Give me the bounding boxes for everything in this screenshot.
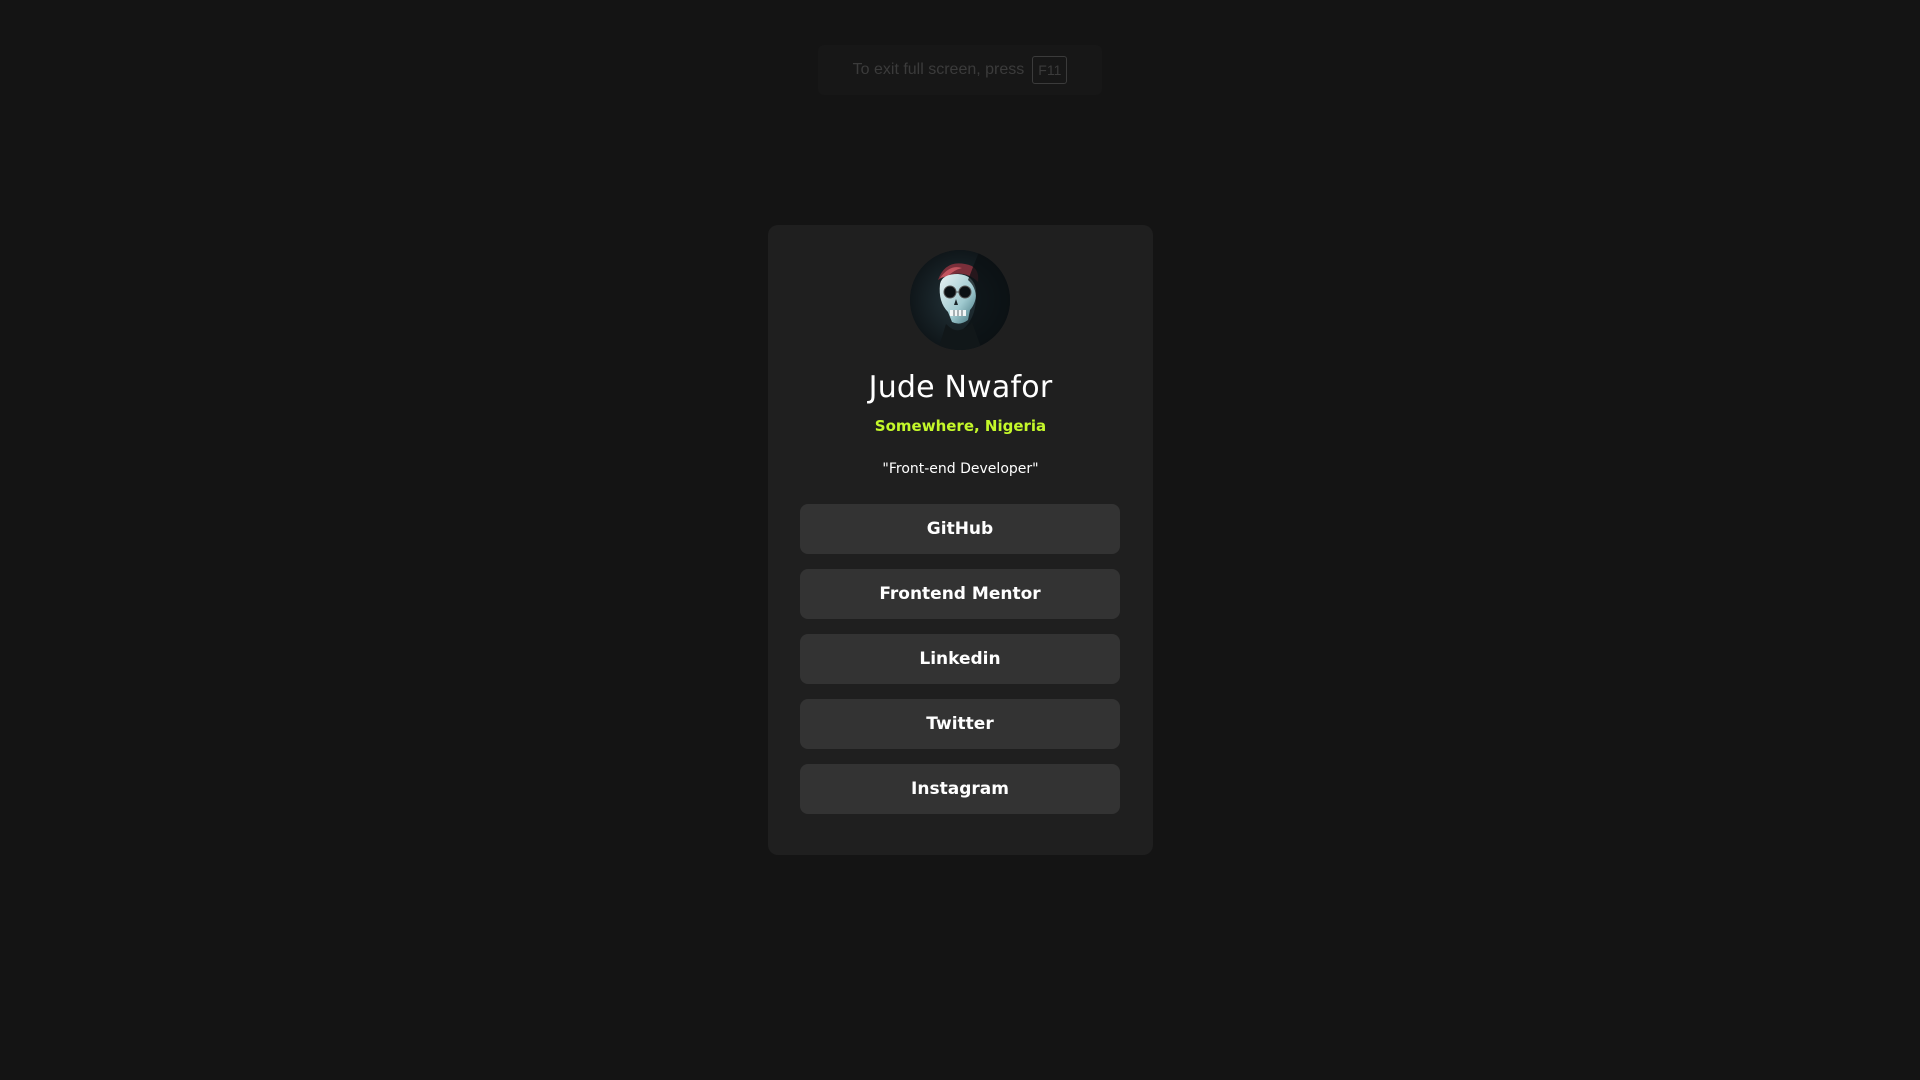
- profile-location: Somewhere, Nigeria: [874, 417, 1047, 435]
- instagram-link-button[interactable]: Instagram: [800, 764, 1120, 814]
- twitter-link-button[interactable]: Twitter: [800, 699, 1120, 749]
- frontend-mentor-link-button[interactable]: Frontend Mentor: [800, 569, 1120, 619]
- social-links-list: GitHub Frontend Mentor Linkedin Twitter …: [800, 504, 1120, 814]
- profile-name: Jude Nwafor: [868, 370, 1053, 405]
- fullscreen-hint-key: F11: [1032, 56, 1068, 84]
- skull-portrait-avatar-icon: [910, 250, 1010, 350]
- linkedin-link-button[interactable]: Linkedin: [800, 634, 1120, 684]
- page: To exit full screen, press F11 Jude Nwaf…: [0, 0, 1920, 1080]
- fullscreen-exit-hint: To exit full screen, press F11: [818, 45, 1102, 95]
- profile-card: Jude Nwafor Somewhere, Nigeria "Front-en…: [768, 225, 1153, 855]
- fullscreen-hint-text: To exit full screen, press: [852, 61, 1025, 78]
- github-link-button[interactable]: GitHub: [800, 504, 1120, 554]
- avatar: [910, 250, 1010, 350]
- profile-bio: "Front-end Developer": [882, 461, 1039, 477]
